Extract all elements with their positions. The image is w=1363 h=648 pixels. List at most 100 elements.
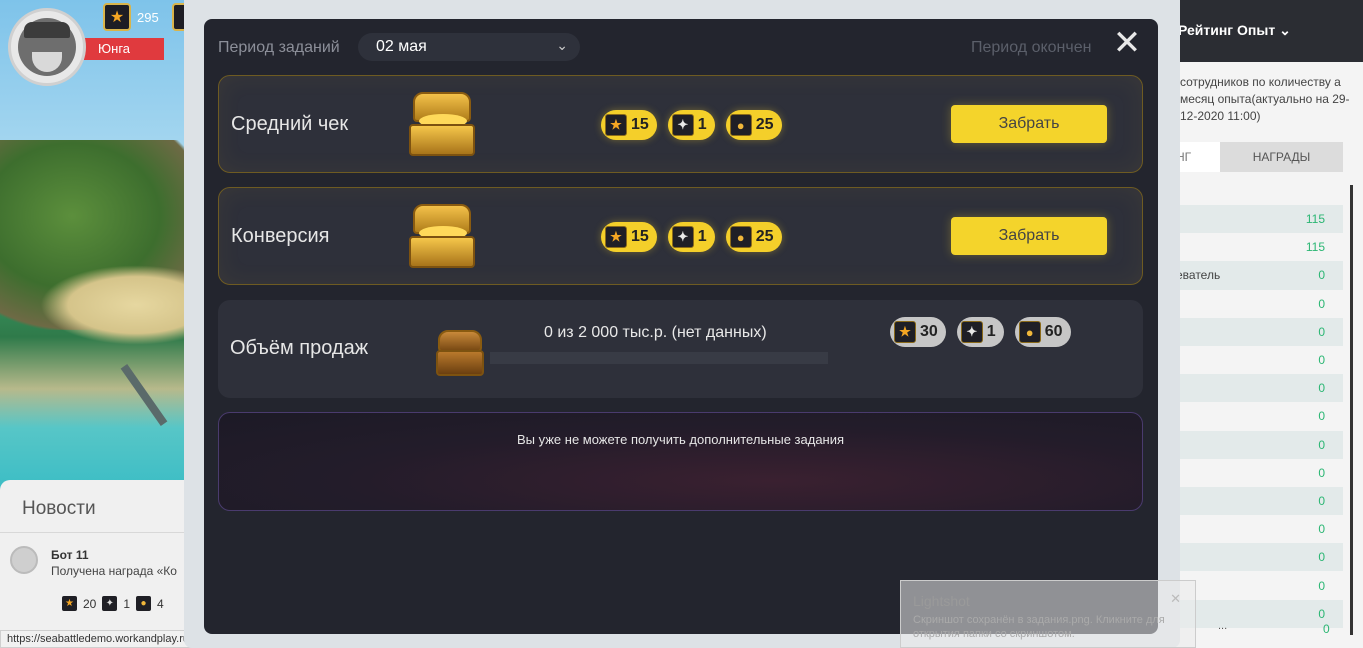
star-icon: ★ — [605, 114, 627, 136]
reward-cannon: ✦ 1 — [667, 222, 715, 252]
rating-row-value: 0 — [1318, 353, 1325, 368]
progress-text: 0 из 2 000 тыс.р. (нет данных) — [544, 324, 767, 341]
cannon-icon: ✦ — [671, 114, 694, 136]
rating-row: 0 — [1158, 543, 1343, 572]
notice-text: Вы уже не можете получить дополнительные… — [516, 432, 845, 447]
stars-value: 295 — [137, 9, 159, 25]
news-author: Бот 11 — [51, 548, 89, 562]
rating-row-value: 0 — [1318, 550, 1325, 565]
reward-value: 15 — [631, 228, 649, 245]
rating-row-value: 0 — [1318, 409, 1325, 424]
scrollbar[interactable] — [1350, 185, 1353, 635]
rating-footer-dots: ... — [1218, 620, 1228, 632]
reward-coins: ● 25 — [725, 110, 782, 140]
tasks-modal: Период заданий 02 мая ⌄ Период окончен ✕… — [204, 19, 1158, 634]
status-bar-url: https://seabattledemo.workandplay.ru/# — [0, 630, 206, 648]
period-status: Период окончен — [971, 39, 1092, 56]
news-title: Новости — [22, 498, 96, 519]
rating-row: 115 — [1158, 205, 1343, 234]
news-text: Получена награда «Ко — [51, 564, 177, 578]
rating-row: 0 — [1158, 346, 1343, 374]
news-panel: Новости Бот 11 Получена награда «Ко ★ 20… — [0, 480, 200, 648]
tab-rewards[interactable]: НАГРАДЫ — [1220, 142, 1343, 172]
period-label: Период заданий — [218, 39, 340, 56]
toast-title: Lightshot — [913, 593, 970, 609]
cannon-icon: ✦ — [102, 596, 118, 611]
rating-row-value: 0 — [1318, 465, 1325, 480]
lightshot-toast[interactable]: Lightshot Скриншот сохранён в задания.pn… — [900, 580, 1196, 648]
rating-row-value: 0 — [1318, 522, 1325, 537]
toast-text: Скриншот сохранён в задания.png. Кликнит… — [913, 614, 1165, 640]
chevron-down-icon: ⌄ — [556, 37, 568, 53]
reward-value: 25 — [755, 116, 774, 133]
task-name: Объём продаж — [230, 337, 369, 359]
pier-illustration — [120, 364, 168, 426]
rating-row-value: 0 — [1318, 578, 1325, 593]
rating-row: еватель 0 — [1158, 261, 1343, 290]
rating-row-value: 115 — [1305, 212, 1325, 227]
rating-row-name: еватель — [1176, 268, 1221, 283]
rating-header: Рейтинг Опыт ⌄ — [1158, 0, 1363, 62]
coins-icon: ● — [729, 114, 752, 136]
reward-cannon: ✦ 1 — [956, 317, 1004, 347]
stars-counter: ★ 295 — [103, 3, 159, 31]
rating-row: 115 — [1158, 233, 1343, 261]
task-name: Конверсия — [231, 225, 330, 247]
close-icon[interactable]: ✕ — [1112, 26, 1142, 60]
claim-button[interactable]: Забрать — [951, 217, 1107, 255]
divider — [0, 532, 200, 533]
progress-bar — [490, 352, 828, 364]
notice-banner: Вы уже не можете получить дополнительные… — [218, 412, 1143, 511]
rating-title[interactable]: Рейтинг Опыт ⌄ — [1178, 22, 1291, 39]
coins-icon: ● — [1018, 321, 1041, 343]
reward-value: 1 — [986, 323, 996, 340]
treasure-chest-icon — [436, 330, 486, 380]
rating-row-value: 0 — [1318, 437, 1325, 452]
claim-button[interactable]: Забрать — [951, 105, 1107, 143]
beach-illustration — [40, 265, 190, 345]
rating-row-value: 0 — [1318, 381, 1325, 396]
rating-row-value: 0 — [1318, 606, 1325, 621]
task-rewards: ★ 30 ✦ 1 ● 60 — [890, 317, 1071, 347]
reward-cannon: ✦ 1 — [667, 110, 715, 140]
rating-row: 0 — [1158, 317, 1343, 346]
task-card: Конверсия ★ 15 ✦ 1 ● 25 Забрать — [218, 187, 1143, 285]
task-card: Средний чек ★ 15 ✦ 1 ● 25 Забрать — [218, 75, 1143, 173]
reward-stars: ★ 30 — [890, 317, 946, 347]
rating-list: 115 115 еватель 0 0 0 0 0 0 0 0 0 0 0 0 0 — [1158, 205, 1343, 628]
cannon-icon: ✦ — [960, 321, 983, 343]
rating-row-value: 0 — [1318, 268, 1325, 283]
task-card: Объём продаж 0 из 2 000 тыс.р. (нет данн… — [218, 300, 1143, 398]
treasure-chest-icon — [407, 90, 481, 160]
rating-row-value: 0 — [1318, 493, 1325, 508]
bot-avatar — [10, 546, 38, 574]
star-icon: ★ — [894, 321, 916, 343]
rating-row: 0 — [1158, 402, 1343, 430]
star-icon: ★ — [62, 596, 77, 611]
reward-coins: ● 60 — [1014, 317, 1071, 347]
rating-tabs: НГ НАГРАДЫ — [1158, 142, 1363, 172]
treasure-chest-icon — [407, 202, 481, 272]
pirate-face-icon — [18, 18, 76, 76]
reward-value: 1 — [697, 116, 707, 133]
reward-stars: ★ 15 — [601, 222, 657, 252]
task-name: Средний чек — [231, 113, 349, 135]
rating-row-value: 0 — [1318, 296, 1325, 311]
reward-stars: ★ 15 — [601, 110, 657, 140]
rating-footer-value: 0 — [1323, 622, 1330, 636]
coins-icon: ● — [729, 226, 752, 248]
task-rewards: ★ 15 ✦ 1 ● 25 — [601, 222, 782, 252]
period-select[interactable]: 02 мая ⌄ — [358, 33, 580, 61]
close-icon[interactable]: ✕ — [1170, 591, 1181, 607]
reward-value: 20 — [83, 596, 97, 611]
reward-coins: ● 25 — [725, 222, 782, 252]
reward-value: 15 — [631, 116, 649, 133]
coins-icon: ● — [136, 596, 152, 611]
cannon-icon: ✦ — [671, 226, 694, 248]
rating-row: 0 — [1158, 459, 1343, 487]
reward-value: 4 — [157, 596, 164, 611]
rating-panel: Рейтинг Опыт ⌄ сотрудников по количеству… — [1158, 0, 1363, 648]
news-rewards: ★ 20 ✦ 1 ● 4 — [62, 596, 164, 611]
rating-description: сотрудников по количеству а месяц опыта(… — [1180, 75, 1350, 123]
player-avatar[interactable] — [8, 8, 86, 86]
